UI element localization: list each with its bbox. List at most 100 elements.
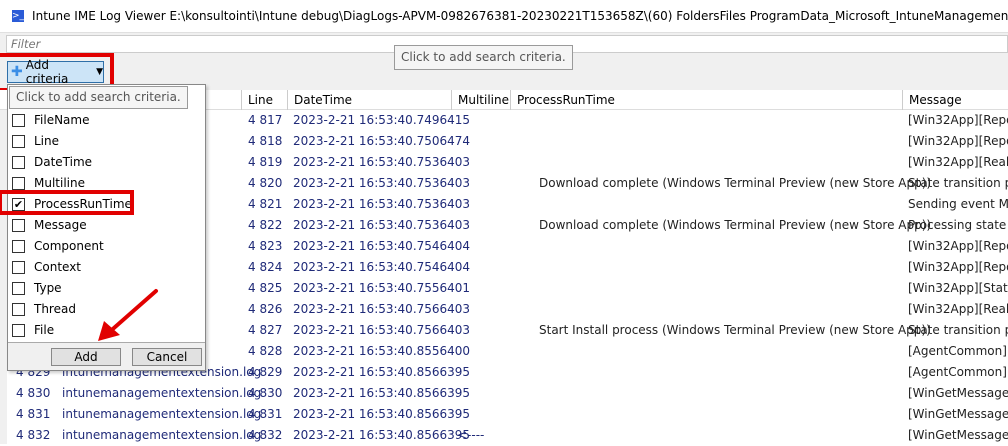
powershell-icon: >_: [12, 10, 25, 22]
cancel-button[interactable]: Cancel: [132, 348, 202, 366]
highlight-processruntime: [0, 190, 134, 215]
criteria-option-type[interactable]: Type: [12, 278, 62, 298]
checkbox[interactable]: [12, 239, 25, 253]
criteria-option-thread[interactable]: Thread: [12, 299, 76, 319]
row-datetime: 2023-2-21 16:53:40.8566395: [293, 407, 471, 421]
row-datetime: 2023-2-21 16:53:40.8556400: [293, 344, 471, 358]
row-line: 4 819: [248, 155, 283, 169]
checkbox[interactable]: [12, 155, 25, 169]
row-message: [Win32App][Status: [908, 281, 1008, 295]
row-message: [AgentCommon] [M: [908, 344, 1008, 358]
criteria-option-component[interactable]: Component: [12, 236, 104, 256]
row-line: 4 821: [248, 197, 283, 211]
checkbox[interactable]: [12, 176, 25, 190]
checkbox[interactable]: [12, 260, 25, 274]
row-message: Processing state tra: [908, 218, 1008, 232]
row-line: 4 824: [248, 260, 283, 274]
row-message: [AgentCommon] [A: [908, 365, 1008, 379]
row-line: 4 820: [248, 176, 283, 190]
row-message: [Win32App][RealTim: [908, 302, 1008, 316]
criteria-option-line[interactable]: Line: [12, 131, 59, 151]
option-label: Type: [34, 281, 62, 295]
row-datetime: 2023-2-21 16:53:40.7546404: [293, 239, 471, 253]
column-datetime[interactable]: DateTime: [287, 90, 451, 110]
row-datetime: 2023-2-21 16:53:40.7556401: [293, 281, 471, 295]
criteria-option-file[interactable]: File: [12, 320, 54, 340]
row-datetime: 2023-2-21 16:53:40.7506474: [293, 134, 471, 148]
dropdown-footer: Add Cancel: [8, 342, 205, 370]
row-processruntime: Start Install process (Windows Terminal …: [539, 323, 931, 337]
row-message: [Win32App][Report: [908, 260, 1008, 274]
column-multiline[interactable]: Multiline: [451, 90, 510, 110]
column-processruntime[interactable]: ProcessRunTime: [510, 90, 902, 110]
row-line: 4 823: [248, 239, 283, 253]
row-datetime: 2023-2-21 16:53:40.7566403: [293, 323, 471, 337]
row-line: 4 817: [248, 113, 283, 127]
criteria-option-context[interactable]: Context: [12, 257, 81, 277]
checkbox[interactable]: [12, 281, 25, 295]
criteria-option-filename[interactable]: FileName: [12, 110, 89, 130]
row-datetime: 2023-2-21 16:53:40.7496415: [293, 113, 471, 127]
left-edge: [0, 110, 7, 444]
row-processruntime: Download complete (Windows Terminal Prev…: [539, 176, 932, 190]
row-datetime: 2023-2-21 16:53:40.8566395: [293, 365, 471, 379]
row-line: 4 832: [248, 428, 283, 442]
option-label: Context: [34, 260, 82, 274]
checkbox[interactable]: [12, 113, 25, 127]
row-message: [Win32App][Report: [908, 113, 1008, 127]
option-label: Thread: [34, 302, 76, 316]
row-datetime: 2023-2-21 16:53:40.7536403: [293, 197, 471, 211]
checkbox[interactable]: [12, 323, 25, 337]
row-line: 4 831: [248, 407, 283, 421]
checkbox[interactable]: [12, 218, 25, 232]
row-message: [Win32App][Report: [908, 239, 1008, 253]
row-line: 4 830: [248, 386, 283, 400]
row-line: 4 827: [248, 323, 283, 337]
row-datetime: 2023-2-21 16:53:40.7546404: [293, 260, 471, 274]
option-label: Message: [34, 218, 87, 232]
row-filename: intunemanagementextension.log: [62, 428, 262, 442]
row-message: [WinGetMessagePr: [908, 407, 1008, 421]
row-index: 4 830: [16, 386, 51, 400]
row-line: 4 829: [248, 365, 283, 379]
criteria-option-message[interactable]: Message: [12, 215, 87, 235]
dropdown-tooltip: Click to add search criteria.: [9, 86, 188, 109]
row-line: 4 828: [248, 344, 283, 358]
row-message: [Win32App][Report: [908, 134, 1008, 148]
criteria-option-datetime[interactable]: DateTime: [12, 152, 92, 172]
row-line: 4 822: [248, 218, 283, 232]
table-row[interactable]: 4 831 intunemanagementextension.log 4 831 2…: [0, 404, 1008, 425]
row-message: [WinGetMessagePr: [908, 428, 1008, 442]
row-multiline: <----: [457, 428, 485, 442]
row-datetime: 2023-2-21 16:53:40.8566395: [293, 428, 471, 442]
option-label: FileName: [34, 113, 90, 127]
row-processruntime: Download complete (Windows Terminal Prev…: [539, 218, 932, 232]
row-filename: intunemanagementextension.log: [62, 407, 262, 421]
option-label: Line: [34, 134, 60, 148]
table-row[interactable]: 4 830 intunemanagementextension.log 4 830 2…: [0, 383, 1008, 404]
option-label: Multiline: [34, 176, 85, 190]
add-button[interactable]: Add: [51, 348, 121, 366]
row-message: Sending event Micr: [908, 197, 1008, 211]
row-index: 4 831: [16, 407, 51, 421]
checkbox[interactable]: [12, 134, 25, 148]
column-message[interactable]: Message: [902, 90, 1008, 110]
row-line: 4 825: [248, 281, 283, 295]
checkbox[interactable]: [12, 302, 25, 316]
row-datetime: 2023-2-21 16:53:40.7536403: [293, 218, 471, 232]
red-arrow-icon: [98, 289, 158, 341]
option-label: File: [34, 323, 55, 337]
column-line[interactable]: Line: [241, 90, 287, 110]
row-message: [Win32App][RealTim: [908, 155, 1008, 169]
option-label: DateTime: [34, 155, 93, 169]
option-label: Component: [34, 239, 104, 253]
row-datetime: 2023-2-21 16:53:40.7536403: [293, 176, 471, 190]
row-index: 4 832: [16, 428, 51, 442]
row-datetime: 2023-2-21 16:53:40.7566403: [293, 302, 471, 316]
row-datetime: 2023-2-21 16:53:40.8566395: [293, 386, 471, 400]
row-message: State transition pro: [908, 176, 1008, 190]
row-line: 4 826: [248, 302, 283, 316]
window-title: Intune IME Log Viewer E:\konsultointi\In…: [32, 9, 1008, 23]
table-row[interactable]: 4 832 intunemanagementextension.log 4 832 2…: [0, 425, 1008, 446]
toolbar-tooltip: Click to add search criteria.: [394, 45, 573, 70]
